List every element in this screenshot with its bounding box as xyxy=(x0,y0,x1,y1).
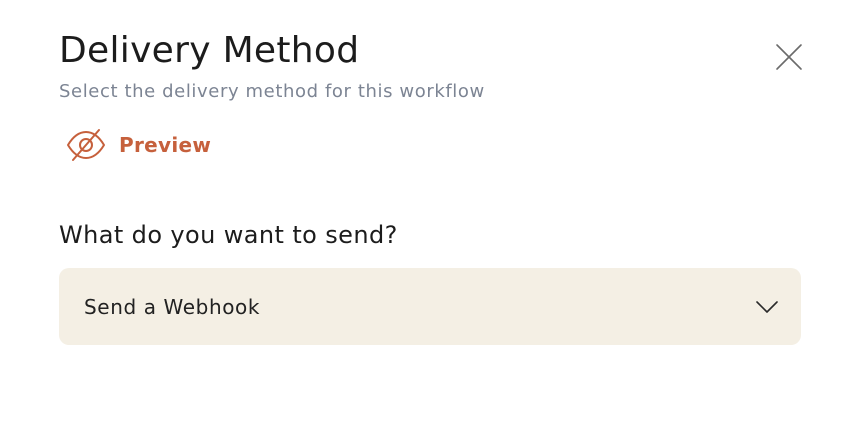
dialog-title: Delivery Method xyxy=(59,30,360,71)
preview-label: Preview xyxy=(119,133,212,157)
delivery-method-dialog: Delivery Method Select the delivery meth… xyxy=(0,0,852,440)
close-button[interactable] xyxy=(770,40,808,78)
chevron-down-icon xyxy=(755,295,779,319)
send-type-selected-value: Send a Webhook xyxy=(84,294,261,319)
eye-off-icon xyxy=(66,126,106,164)
preview-button[interactable]: Preview xyxy=(66,126,211,164)
close-icon xyxy=(775,43,803,75)
send-type-select[interactable]: Send a Webhook xyxy=(59,268,801,345)
dialog-subtitle: Select the delivery method for this work… xyxy=(59,81,485,102)
send-question-label: What do you want to send? xyxy=(59,221,398,249)
